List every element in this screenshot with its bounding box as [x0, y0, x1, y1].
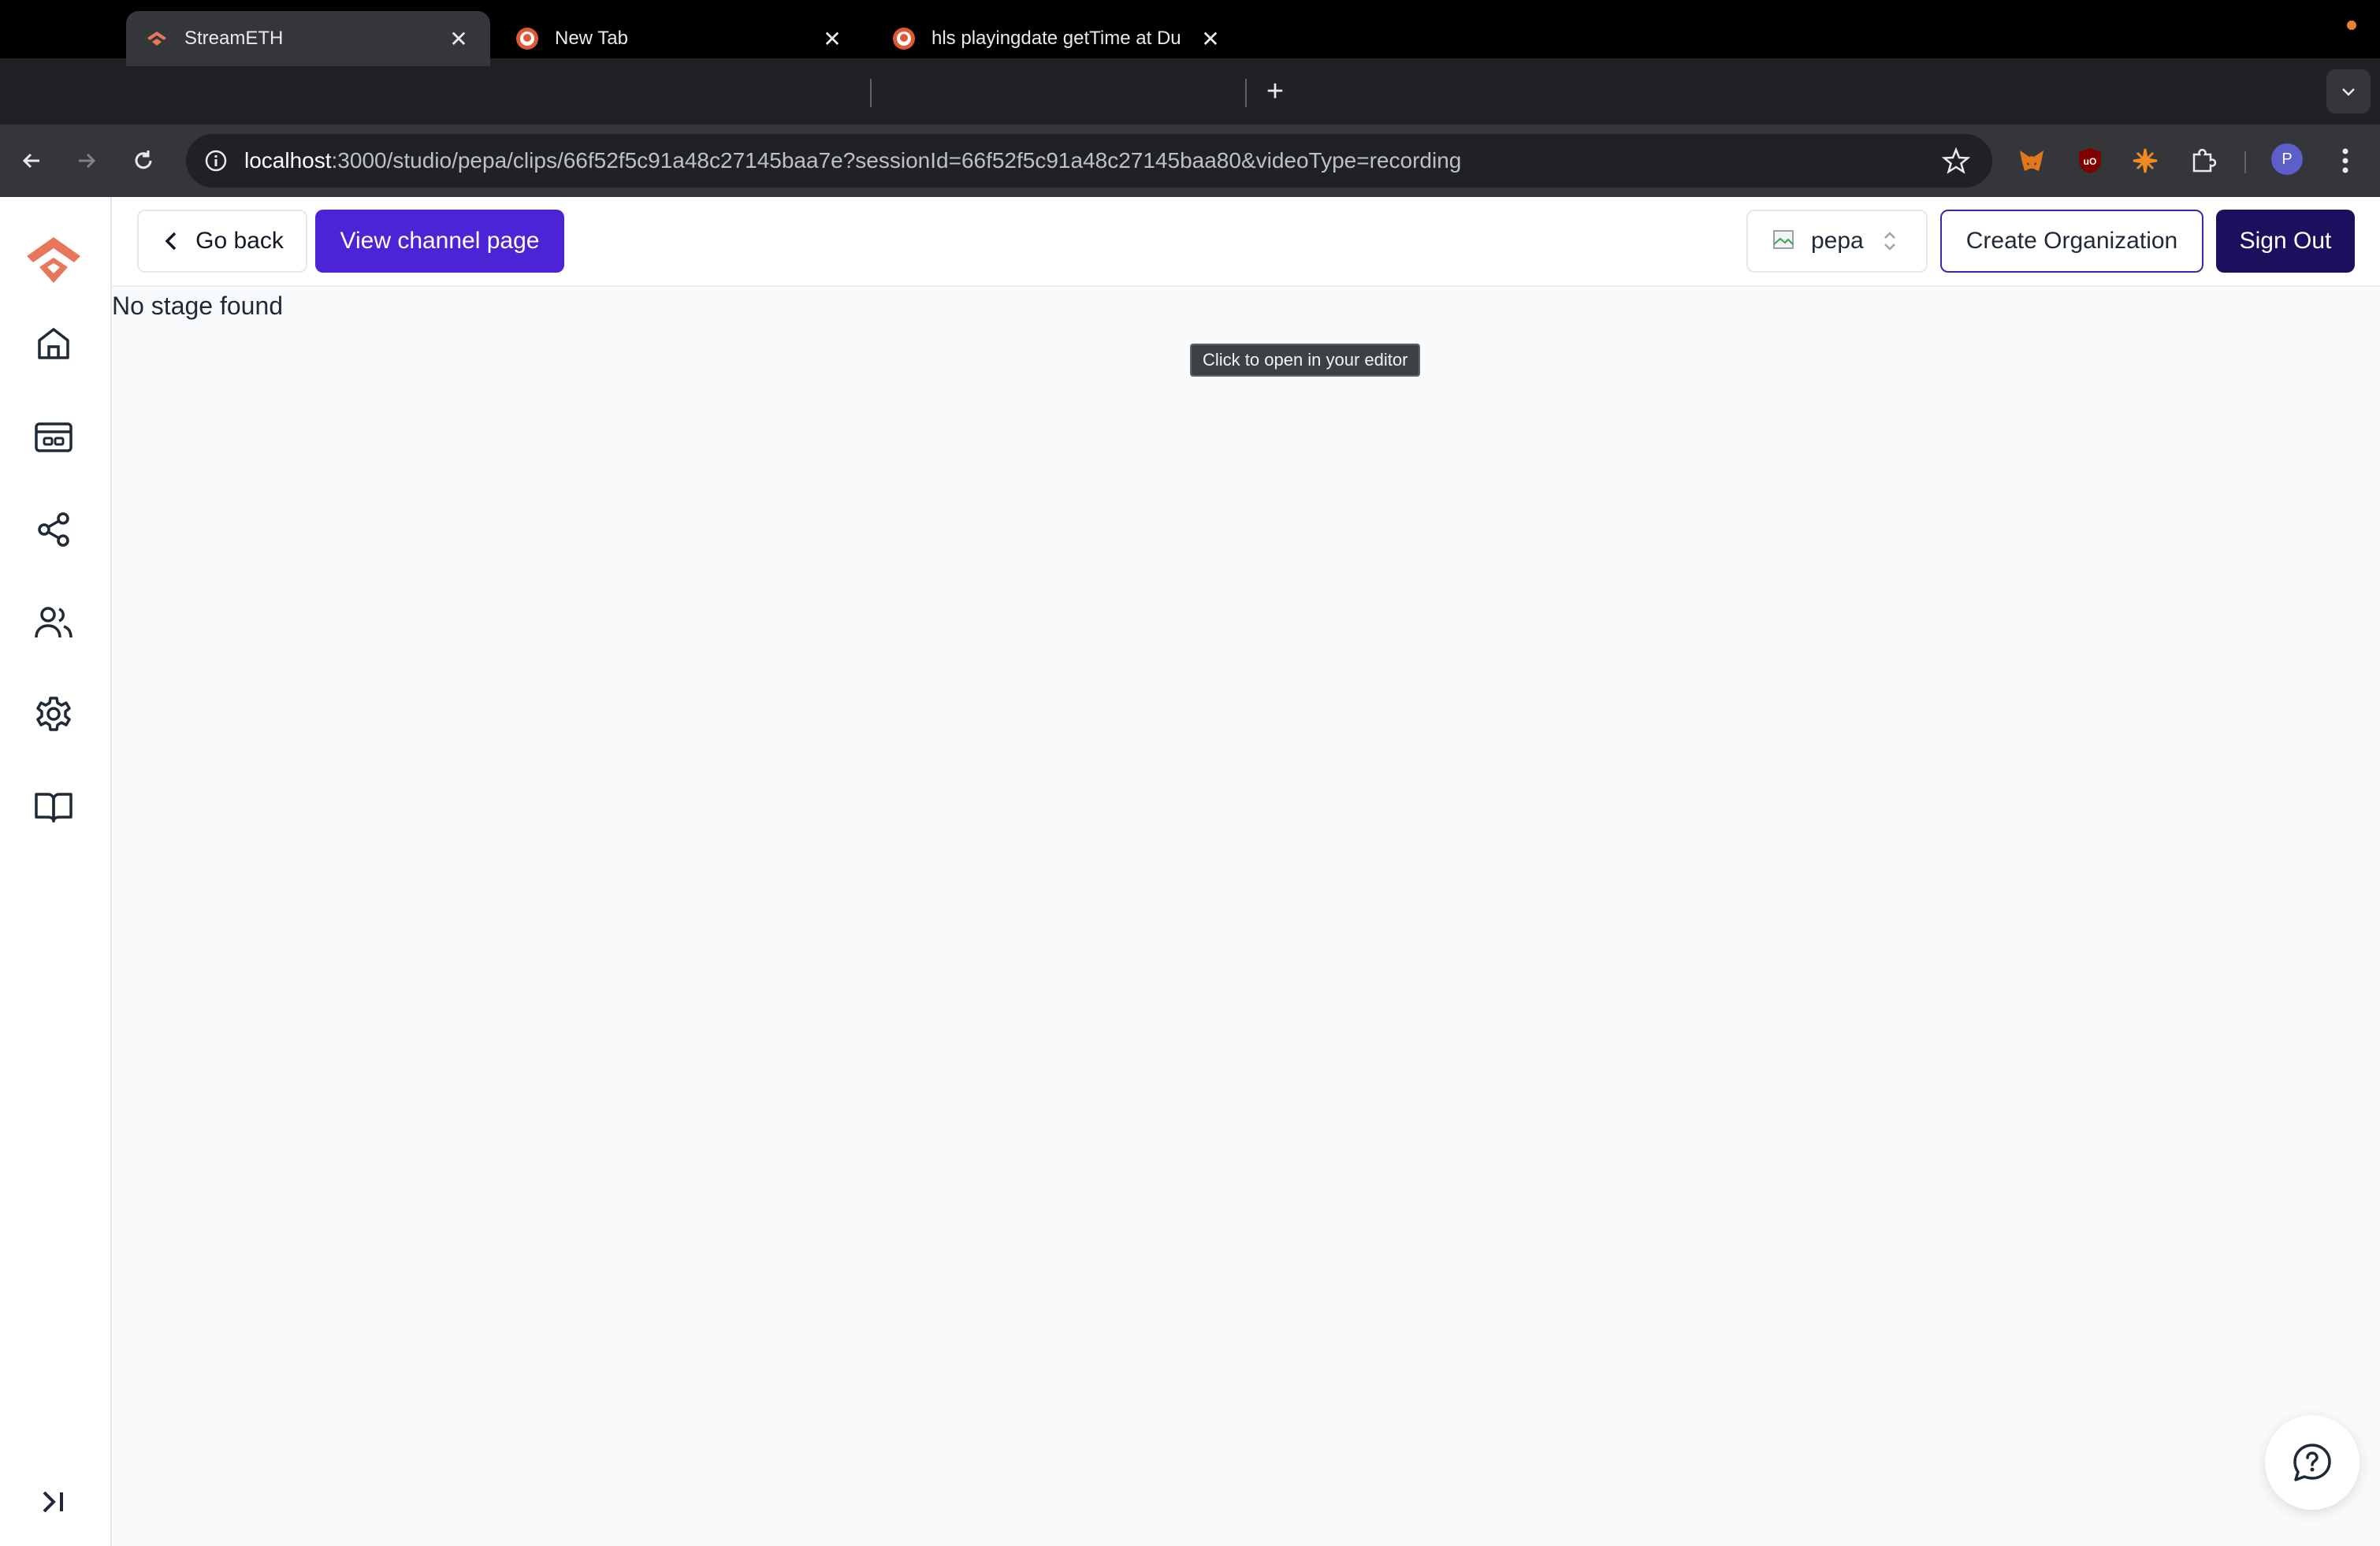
view-channel-label: View channel page	[340, 228, 540, 254]
organization-select[interactable]: pepa	[1746, 210, 1928, 273]
create-organization-button[interactable]: Create Organization	[1940, 210, 2203, 273]
go-back-button[interactable]: Go back	[137, 210, 307, 273]
browser-menu-kebab-icon[interactable]	[2328, 143, 2363, 178]
svg-text:uO: uO	[2084, 156, 2097, 167]
sidebar-item-users-icon[interactable]	[30, 599, 77, 646]
metamask-fox-icon[interactable]	[2014, 143, 2049, 178]
notification-dot	[2347, 20, 2356, 30]
sidebar-expand-icon[interactable]	[30, 1478, 77, 1526]
sign-out-button[interactable]: Sign Out	[2216, 210, 2355, 273]
sidebar-item-clips-icon[interactable]	[30, 413, 77, 460]
tab-separator	[1245, 79, 1247, 107]
broken-image-icon	[1773, 230, 1794, 249]
url-text: localhost:3000/studio/pepa/clips/66f52f5…	[244, 148, 1462, 173]
app-sidebar	[0, 197, 112, 1546]
view-channel-page-button[interactable]: View channel page	[315, 210, 564, 273]
profile-avatar[interactable]: P	[2271, 143, 2303, 175]
duckduckgo-favicon-icon	[893, 28, 915, 50]
browser-toolbar: localhost:3000/studio/pepa/clips/66f52f5…	[0, 124, 2380, 197]
new-tab-plus-icon[interactable]: +	[1259, 75, 1291, 108]
browser-tab-strip	[0, 58, 2380, 124]
go-back-label: Go back	[195, 228, 284, 254]
sidebar-item-settings-gear-icon[interactable]	[30, 690, 77, 738]
org-name: pepa	[1811, 228, 1864, 254]
address-bar[interactable]: localhost:3000/studio/pepa/clips/66f52f5…	[186, 134, 1992, 188]
sidebar-item-docs-book-icon[interactable]	[30, 783, 77, 831]
extensions-puzzle-icon[interactable]	[2186, 143, 2221, 178]
tab-separator	[870, 79, 872, 107]
help-chat-button[interactable]	[2265, 1415, 2360, 1510]
tab-new-tab[interactable]: New Tab ✕	[496, 11, 864, 66]
sparkle-extension-icon[interactable]	[2128, 143, 2162, 178]
ublock-shield-icon[interactable]: uO	[2073, 143, 2107, 178]
tab-title: StreamETH	[184, 28, 284, 49]
create-org-label: Create Organization	[1965, 228, 2178, 254]
reload-icon[interactable]	[123, 140, 164, 181]
close-icon[interactable]: ✕	[1198, 26, 1223, 51]
close-icon[interactable]: ✕	[446, 26, 471, 51]
sign-out-label: Sign Out	[2239, 228, 2332, 254]
bookmark-star-icon[interactable]	[1942, 147, 1970, 175]
back-arrow-icon[interactable]	[11, 140, 52, 181]
editor-tooltip: Click to open in your editor	[1190, 344, 1421, 377]
tab-streameth[interactable]: StreamETH ✕	[126, 11, 490, 66]
chevron-left-icon	[165, 232, 177, 251]
help-chat-bubble-icon	[2293, 1444, 2331, 1481]
tab-title: hls playingdate getTime at Du	[932, 28, 1181, 49]
tab-search-result[interactable]: hls playingdate getTime at Du ✕	[873, 11, 1242, 66]
streameth-favicon-icon	[147, 32, 166, 46]
chevron-up-down-icon	[1884, 232, 1895, 251]
forward-arrow-icon[interactable]	[66, 140, 107, 181]
tab-title: New Tab	[555, 28, 628, 49]
site-info-icon[interactable]	[203, 148, 229, 173]
sidebar-item-share-icon[interactable]	[30, 506, 77, 553]
toolbar-separator	[2244, 151, 2246, 173]
duckduckgo-favicon-icon	[516, 28, 538, 50]
streameth-logo-icon[interactable]	[22, 229, 85, 292]
close-icon[interactable]: ✕	[820, 26, 845, 51]
tab-search-chevron-down-icon[interactable]	[2326, 69, 2371, 113]
sidebar-item-home-icon[interactable]	[30, 320, 77, 367]
no-stage-message: No stage found	[112, 292, 284, 320]
